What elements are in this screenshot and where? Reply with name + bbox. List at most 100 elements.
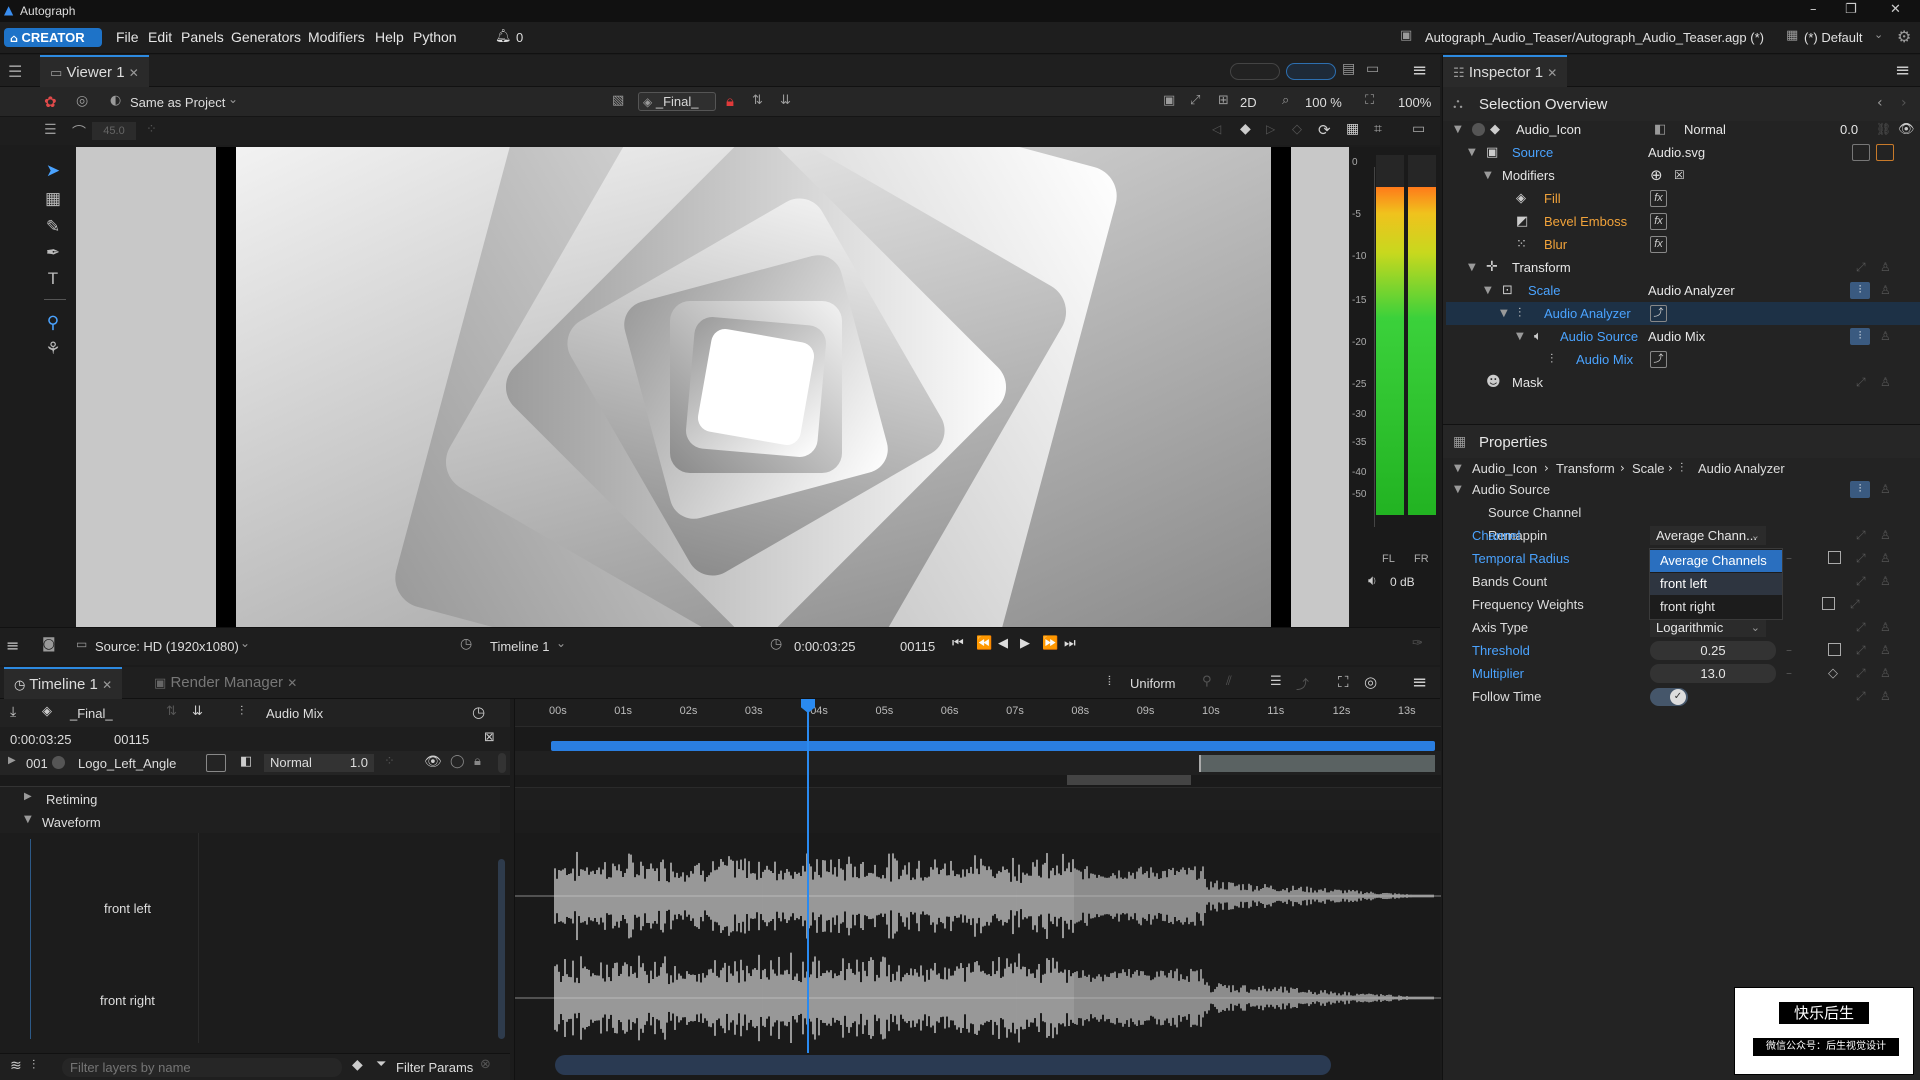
collapse-icon[interactable]: ▼ bbox=[24, 814, 32, 825]
eye-icon[interactable]: 👁︎ bbox=[1898, 118, 1915, 141]
lock-icon[interactable]: ♙ bbox=[1880, 639, 1891, 662]
keyframe-prev-icon[interactable]: ◁ bbox=[1212, 122, 1221, 136]
fx-toggle-icon[interactable]: ☒ bbox=[1674, 164, 1685, 187]
sort-icon[interactable]: ⇅ bbox=[752, 93, 763, 108]
pen-tool-icon[interactable]: ✒ bbox=[42, 243, 64, 265]
snap-mode[interactable]: Uniform bbox=[1130, 676, 1176, 691]
grid-tool-icon[interactable]: ▦ bbox=[42, 189, 64, 211]
circle-icon[interactable]: ◎ bbox=[76, 93, 88, 109]
tree-row-transform[interactable]: ▼ ✛ Transform ⤢ ♙ bbox=[1446, 256, 1920, 279]
timeline-frame[interactable]: 00115 bbox=[114, 732, 149, 747]
layer-blend-select[interactable]: Normal 1.0 bbox=[264, 754, 374, 772]
link-node-icon[interactable]: ⤴ bbox=[1650, 305, 1667, 322]
lock-icon[interactable]: ♙ bbox=[1880, 478, 1891, 501]
link-icon[interactable]: ⛓ bbox=[1876, 118, 1891, 141]
rotation-field[interactable]: 45.0 bbox=[92, 122, 136, 140]
puppet-tool-icon[interactable]: ⚘ bbox=[42, 339, 64, 361]
layer-visibility-icon[interactable]: ◆ bbox=[1490, 118, 1500, 141]
view-mode-select[interactable]: 2D bbox=[1240, 95, 1257, 110]
multiplier-field[interactable]: 13.0 bbox=[1650, 664, 1776, 683]
menu-edit[interactable]: Edit bbox=[148, 29, 172, 45]
snap-icon[interactable]: ⦙ bbox=[1108, 674, 1111, 689]
volume-value[interactable]: 0 dB bbox=[1390, 575, 1415, 589]
layer-btn[interactable] bbox=[1852, 144, 1870, 161]
bell-icon[interactable]: 🔔︎ bbox=[495, 29, 512, 44]
zoom-icon[interactable]: ⌕ bbox=[1282, 93, 1289, 108]
minimize-icon[interactable]: – bbox=[1810, 2, 1817, 17]
tree-value[interactable]: Normal bbox=[1684, 118, 1726, 141]
tree-row-fill[interactable]: ◈ Fill fx bbox=[1446, 187, 1920, 210]
tab-render-manager[interactable]: ▣ Render Manager ✕ bbox=[144, 667, 307, 699]
align-icon[interactable]: ⫽ bbox=[1226, 674, 1232, 689]
menu-help[interactable]: Help bbox=[375, 29, 404, 45]
audio-track-name[interactable]: Audio Mix bbox=[266, 706, 323, 721]
lock-icon[interactable]: ♙ bbox=[1880, 616, 1891, 639]
comp-select[interactable]: ◈ _Final_ bbox=[638, 92, 716, 111]
link-icon[interactable]: ⤢ bbox=[1850, 593, 1860, 616]
lock-icon[interactable]: ♙ bbox=[1880, 547, 1891, 570]
group-waveform[interactable]: ▼ Waveform bbox=[0, 810, 500, 833]
keyframe-checkbox[interactable] bbox=[1828, 551, 1841, 564]
prop-follow-time[interactable]: Follow Time ✓ ⤢ ♙ bbox=[1446, 685, 1920, 708]
workspace-select[interactable]: (*) Default bbox=[1804, 30, 1863, 45]
hamburger-icon[interactable]: ≡ bbox=[1412, 672, 1427, 693]
link-icon[interactable]: ⤢ bbox=[1856, 524, 1866, 547]
link-icon[interactable]: ⤢ bbox=[1856, 639, 1866, 662]
refresh-icon[interactable]: ⟳ bbox=[1318, 121, 1331, 139]
menu-file[interactable]: File bbox=[116, 29, 139, 45]
collapse-icon[interactable]: ▼ bbox=[1516, 325, 1524, 348]
track-area[interactable]: 00s 01s 02s 03s 04s 05s 06s 07s 08s 09s 10s 11s 12s 1… bbox=[514, 699, 1441, 1080]
tree-row-mask[interactable]: ☻ Mask ⤢ ♙ bbox=[1446, 371, 1920, 394]
expand-icon[interactable]: ▶ bbox=[24, 791, 32, 802]
lock-icon[interactable]: ♙ bbox=[1880, 325, 1891, 348]
tab-viewer[interactable]: ▭ Viewer 1 ✕ bbox=[40, 55, 149, 87]
edition-badge[interactable]: ⌂ CREATOR bbox=[4, 28, 102, 47]
select-tool-icon[interactable]: ➤ bbox=[42, 161, 64, 183]
time-ruler[interactable]: 00s 01s 02s 03s 04s 05s 06s 07s 08s 09s 10s 11s 12s 1… bbox=[515, 699, 1441, 727]
hamburger-icon[interactable]: ≡ bbox=[6, 636, 19, 655]
collapse-icon[interactable]: ▼ bbox=[1484, 164, 1492, 187]
tree-row-scale[interactable]: ▼ ⊡ Scale Audio Analyzer ⫶ ♙ bbox=[1446, 279, 1920, 302]
layers-stack-icon[interactable]: ≋ bbox=[10, 1058, 22, 1074]
collapse-icon[interactable]: ▼ bbox=[1468, 141, 1476, 164]
layer-color-dot[interactable] bbox=[52, 756, 65, 769]
audio-link-btn[interactable]: ⫶ bbox=[1850, 328, 1870, 345]
go-end-icon[interactable]: ⏭ bbox=[1064, 636, 1076, 651]
prev-frame-icon[interactable]: ⏪ bbox=[976, 636, 992, 651]
group-retiming[interactable]: ▶ Retiming bbox=[0, 787, 500, 810]
arc-icon[interactable]: ⌒ bbox=[72, 122, 86, 142]
link-icon[interactable]: ⤢ bbox=[1856, 570, 1866, 593]
speaker-icon[interactable]: 🔉︎ bbox=[1368, 573, 1377, 589]
table-icon[interactable]: ▦ bbox=[1346, 121, 1359, 137]
timeline-comp-name[interactable]: _Final_ bbox=[70, 706, 113, 721]
tree-value[interactable]: Audio.svg bbox=[1648, 141, 1705, 164]
tree-value[interactable]: Audio Analyzer bbox=[1648, 279, 1735, 302]
collapse-icon[interactable]: ▼ bbox=[1454, 457, 1462, 480]
lock-icon[interactable]: ♙ bbox=[1880, 524, 1891, 547]
lock-btn[interactable] bbox=[1876, 144, 1894, 161]
lock-icon[interactable]: ♙ bbox=[1880, 685, 1891, 708]
chevron-down-icon[interactable]: ⌄ bbox=[1874, 28, 1883, 41]
restore-icon[interactable]: ❐ bbox=[1845, 2, 1857, 17]
clear-filter-icon[interactable]: ⊗ bbox=[480, 1057, 491, 1072]
chevron-left-icon[interactable]: ‹ bbox=[1877, 95, 1883, 111]
hidden-clip[interactable] bbox=[1067, 775, 1191, 785]
menu-modifiers[interactable]: Modifiers bbox=[308, 29, 365, 45]
tab-inspector[interactable]: ☷ Inspector 1 ✕ bbox=[1443, 55, 1568, 87]
collapse-icon[interactable]: ▼ bbox=[1484, 279, 1492, 302]
close-icon[interactable]: ✕ bbox=[287, 667, 297, 699]
properties-section[interactable]: ▼ Audio Source ⫶ ♙ bbox=[1446, 478, 1920, 501]
sort-alt-icon[interactable]: ⇊ bbox=[780, 93, 791, 108]
horizontal-scrollbar[interactable] bbox=[555, 1055, 1331, 1075]
chevron-down-icon[interactable]: ⌄ bbox=[556, 636, 566, 650]
tree-row-audio-mix[interactable]: ⫶ Audio Mix ⤴ bbox=[1446, 348, 1920, 371]
layer-name[interactable]: Logo_Left_Angle bbox=[78, 756, 176, 771]
dropdown-option[interactable]: front left bbox=[1650, 573, 1782, 595]
transform-icon[interactable]: ⤢ bbox=[1190, 93, 1200, 108]
sort-alt-icon[interactable]: ⇊ bbox=[192, 704, 203, 719]
waveform-scrollbar[interactable] bbox=[498, 859, 505, 1039]
play-reverse-icon[interactable]: ◀ bbox=[998, 636, 1008, 651]
tree-row-source[interactable]: ▼ ▣ Source Audio.svg bbox=[1446, 141, 1920, 164]
lock-icon[interactable]: ♙ bbox=[1880, 662, 1891, 685]
resolution-pct[interactable]: 100% bbox=[1398, 95, 1431, 110]
